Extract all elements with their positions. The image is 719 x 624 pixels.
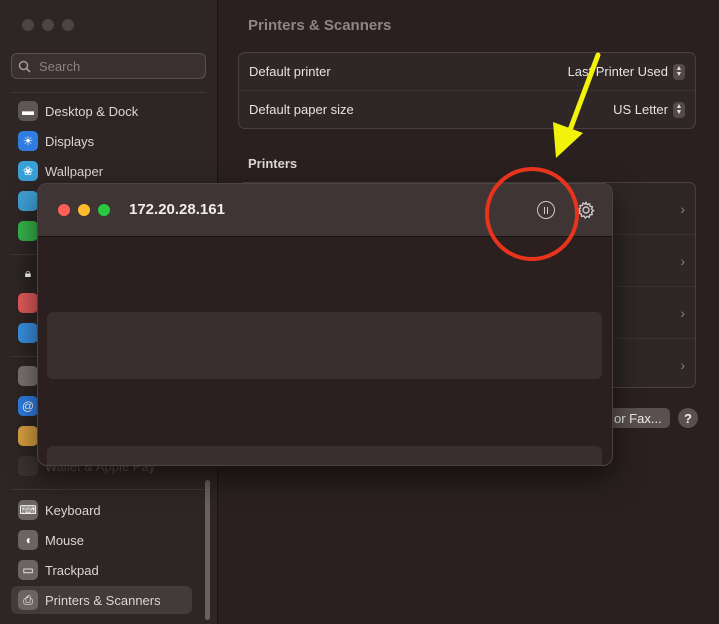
minimize-button[interactable] [42,19,54,31]
sidebar-item-label: Desktop & Dock [45,103,139,119]
touch-id-icon [18,293,38,313]
queue-titlebar: 172.20.28.161 [38,184,612,237]
mouse-icon: ◖ [18,530,38,550]
close-button[interactable] [58,204,70,216]
defaults-group: Default printer Last Printer Used ▲ ▼ Def… [238,52,696,129]
paper-size-popup[interactable]: US Letter ▲ ▼ [613,101,685,118]
window-controls [58,204,110,216]
keyboard-icon: ⌨ [18,500,38,520]
sidebar-item-mouse[interactable]: ◖ Mouse [11,526,191,554]
sidebar-item-printers-scanners[interactable]: ⎙ Printers & Scanners [11,586,192,614]
minimize-button[interactable] [78,204,90,216]
sidebar-item-label: Trackpad [45,562,99,578]
game-center-icon [18,426,38,446]
chevron-right-icon: › [680,252,685,269]
help-button[interactable]: ? [678,408,698,428]
displays-icon: ☀ [18,131,38,151]
sidebar-item-displays[interactable]: ☀ Displays [11,127,191,155]
sidebar-item-keyboard[interactable]: ⌨ Keyboard [11,496,191,524]
add-printer-fax-button[interactable]: or Fax... [606,408,670,428]
chevron-right-icon: › [680,304,685,321]
sidebar-item-wallpaper[interactable]: ❀ Wallpaper [11,157,191,185]
printers-heading: Printers [248,156,298,171]
paper-size-row: Default paper size US Letter ▲ ▼ [239,90,695,128]
pause-icon[interactable] [537,201,555,219]
passwords-icon [18,366,38,386]
window-controls-inactive [22,19,74,31]
screen-saver-icon [18,191,38,211]
printer-icon: ⎙ [18,590,38,610]
zoom-button[interactable] [62,19,74,31]
zoom-button[interactable] [98,204,110,216]
search-icon [18,60,31,73]
paper-size-value: US Letter [613,102,668,117]
job-list-placeholder [47,446,602,465]
sidebar-item-desktop-dock[interactable]: ▬ Desktop & Dock [11,97,191,125]
job-list-placeholder [47,312,602,379]
sidebar-item-label: Keyboard [45,502,101,518]
sidebar-item-label: Displays [45,133,95,149]
close-button[interactable] [22,19,34,31]
popup-chevron-icon: ▲ ▼ [673,101,685,118]
page-title: Printers & Scanners [248,17,392,34]
default-printer-row: Default printer Last Printer Used ▲ ▼ [239,53,695,90]
default-printer-label: Default printer [249,64,331,79]
queue-title: 172.20.28.161 [129,201,225,218]
lock-icon: 🔒︎ [18,263,38,283]
gear-icon[interactable] [576,200,596,220]
internet-accounts-icon: @ [18,396,38,416]
search-input[interactable] [37,57,201,75]
sidebar-divider [11,489,206,490]
popup-chevron-icon: ▲ ▼ [673,63,685,80]
sidebar-item-label: Mouse [45,532,85,548]
wallet-icon [18,456,38,476]
sidebar-item-label: Printers & Scanners [45,592,161,608]
sidebar-item-label: Wallpaper [45,163,104,179]
default-printer-popup[interactable]: Last Printer Used ▲ ▼ [567,63,685,80]
search-field[interactable] [11,53,206,79]
printer-queue-window: 172.20.28.161 [37,183,613,466]
sidebar-divider [11,92,206,93]
sidebar-item-trackpad[interactable]: ▭ Trackpad [11,556,191,584]
wallpaper-icon: ❀ [18,161,38,181]
sidebar-scrollbar[interactable] [205,480,210,620]
paper-size-label: Default paper size [249,102,354,117]
desktop-dock-icon: ▬ [18,101,38,121]
users-icon [18,323,38,343]
chevron-right-icon: › [680,200,685,217]
trackpad-icon: ▭ [18,560,38,580]
battery-icon [18,221,38,241]
default-printer-value: Last Printer Used [567,64,668,79]
chevron-right-icon: › [680,356,685,373]
